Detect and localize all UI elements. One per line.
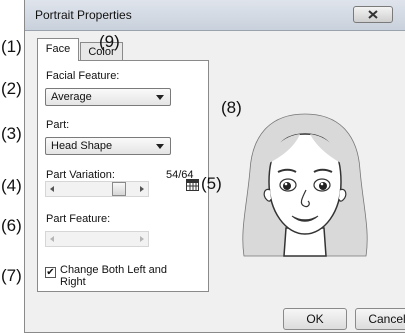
annotation-3: (3) — [1, 124, 22, 143]
chevron-down-icon — [156, 144, 164, 149]
facial-feature-label: Facial Feature: — [46, 70, 120, 82]
slider-left-arrow-icon[interactable] — [50, 186, 54, 192]
chevron-down-icon — [156, 95, 164, 100]
close-button[interactable] — [353, 6, 393, 23]
ok-button[interactable]: OK — [283, 308, 347, 330]
annotation-4: (4) — [1, 176, 22, 195]
slider-left-arrow-icon[interactable] — [50, 236, 54, 242]
dialog-title: Portrait Properties — [35, 8, 132, 22]
part-feature-slider[interactable] — [45, 231, 149, 247]
part-variation-label: Part Variation: — [46, 169, 115, 181]
title-bar: Portrait Properties — [25, 0, 405, 31]
slider-right-arrow-icon[interactable] — [140, 186, 144, 192]
slider-right-arrow-icon[interactable] — [140, 236, 144, 242]
portrait-properties-dialog: Portrait Properties Face Color (9) Facia… — [24, 0, 405, 333]
part-feature-label: Part Feature: — [46, 213, 111, 225]
checkmark-icon: ✔ — [46, 267, 55, 278]
slider-thumb[interactable] — [111, 182, 126, 196]
change-both-label-line2: Right — [60, 276, 86, 288]
face-tab-panel: Facial Feature: Average Part: Head Shape… — [37, 60, 222, 292]
annotation-6: (6) — [1, 216, 22, 235]
grid-icon — [187, 180, 198, 190]
change-both-label-line1: Change Both Left and — [60, 264, 168, 276]
annotation-2: (2) — [1, 79, 22, 98]
annotation-5: (5) — [201, 174, 222, 193]
part-label: Part: — [46, 119, 70, 131]
facial-feature-value: Average — [51, 91, 92, 103]
annotation-1: (1) — [1, 37, 22, 56]
annotation-7: (7) — [1, 266, 22, 285]
tab-face[interactable]: Face — [37, 38, 79, 61]
change-both-checkbox[interactable]: ✔ — [45, 267, 56, 278]
part-value: Head Shape — [51, 140, 113, 152]
facial-feature-dropdown[interactable]: Average — [45, 88, 171, 106]
close-icon — [368, 10, 378, 19]
portrait-preview-image — [242, 113, 368, 257]
variation-table-button[interactable] — [186, 179, 199, 191]
annotation-9: (9) — [99, 32, 120, 51]
cancel-button[interactable]: Cancel — [355, 308, 405, 330]
part-dropdown[interactable]: Head Shape — [45, 137, 171, 155]
part-variation-slider[interactable] — [45, 181, 149, 197]
